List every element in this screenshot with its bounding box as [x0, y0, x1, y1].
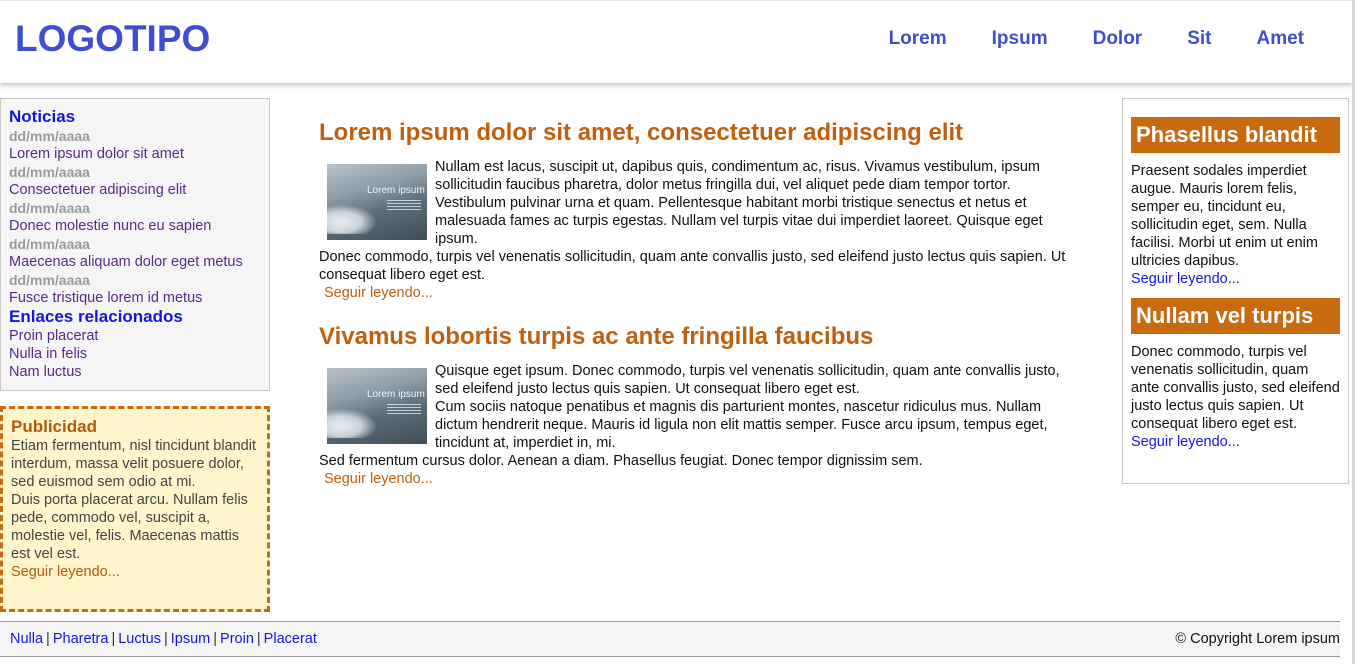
article-body: Lorem ipsum Nullam est lacus, suscipit u… — [319, 158, 1074, 302]
thumbnail-text: Lorem ipsum — [367, 185, 425, 196]
copyright-text: © Copyright Lorem ipsum — [1175, 631, 1340, 647]
article-read-more-link[interactable]: Seguir leyendo... — [324, 284, 433, 302]
article-title: Lorem ipsum dolor sit amet, consectetuer… — [319, 119, 964, 146]
footer-link-placerat[interactable]: Placerat — [264, 631, 317, 647]
advertising-box: Publicidad Etiam fermentum, nisl tincidu… — [0, 406, 270, 612]
related-link[interactable]: Proin placerat — [9, 328, 98, 344]
related-link[interactable]: Nam luctus — [9, 364, 82, 380]
article: Lorem ipsum dolor sit amet, consectetuer… — [319, 118, 1074, 302]
news-date: dd/mm/aaaa — [9, 200, 90, 216]
footer-separator: | — [46, 631, 50, 647]
news-date: dd/mm/aaaa — [9, 236, 90, 252]
news-date: dd/mm/aaaa — [9, 164, 90, 180]
thumbnail-lines-graphic — [387, 200, 421, 212]
article-body: Lorem ipsum Quisque eget ipsum. Donec co… — [319, 362, 1074, 488]
article-paragraph: Quisque eget ipsum. Donec commodo, turpi… — [435, 363, 1060, 397]
ad-heading-link[interactable]: Publicidad — [11, 417, 97, 436]
thumbnail-wave-graphic — [327, 204, 377, 234]
article-paragraph: Nullam est lacus, suscipit ut, dapibus q… — [435, 159, 1040, 193]
right-section-text: Praesent sodales imperdiet augue. Mauris… — [1131, 163, 1318, 269]
thumbnail-wave-graphic — [327, 408, 377, 438]
news-item-link[interactable]: Consectetuer adipiscing elit — [9, 182, 186, 198]
article-paragraph: Sed fermentum cursus dolor. Aenean a dia… — [319, 453, 923, 469]
footer-separator: | — [163, 631, 168, 647]
ad-text: Duis porta placerat arcu. Nullam felis p… — [11, 492, 248, 562]
right-sidebar: Phasellus blandit Praesent sodales imper… — [1122, 98, 1349, 484]
footer-link-ipsum[interactable]: Ipsum — [171, 631, 211, 647]
right-section-title: Nullam vel turpis — [1131, 298, 1340, 334]
ad-text: Etiam fermentum, nisl tincidunt blandit … — [11, 438, 256, 490]
news-date: dd/mm/aaaa — [9, 128, 90, 144]
related-links-heading[interactable]: Enlaces relacionados — [9, 307, 183, 326]
article-thumbnail: Lorem ipsum — [327, 164, 427, 240]
right-read-more-link[interactable]: Seguir leyendo... — [1131, 434, 1240, 450]
site-footer: Nulla | Pharetra | Luctus | Ipsum | Proin | Placer… — [0, 621, 1340, 657]
nav-link-dolor[interactable]: Dolor — [1093, 28, 1143, 50]
ad-read-more-link[interactable]: Seguir leyendo... — [11, 564, 120, 580]
article-title: Vivamus lobortis turpis ac ante fringill… — [319, 323, 874, 350]
footer-link-pharetra[interactable]: Pharetra — [53, 631, 109, 647]
footer-link-proin[interactable]: Proin — [220, 631, 254, 647]
footer-links: Nulla | Pharetra | Luctus | Ipsum | Proin | Placer… — [10, 631, 317, 647]
article-paragraph: Cum sociis natoque penatibus et magnis d… — [435, 399, 1048, 451]
thumbnail-lines-graphic — [387, 404, 421, 416]
nav-link-amet[interactable]: Amet — [1256, 28, 1304, 50]
article-read-more-link[interactable]: Seguir leyendo... — [324, 470, 433, 488]
news-heading-link[interactable]: Noticias — [9, 107, 75, 126]
article-paragraph: Donec commodo, turpis vel venenatis soll… — [319, 249, 1066, 283]
main-content: Lorem ipsum dolor sit amet, consectetuer… — [319, 118, 1074, 488]
right-read-more-link[interactable]: Seguir leyendo... — [1131, 271, 1240, 287]
site-header: LOGOTIPO Lorem Ipsum Dolor Sit Amet — [0, 0, 1352, 83]
main-nav: Lorem Ipsum Dolor Sit Amet — [889, 28, 1304, 50]
footer-separator: | — [256, 631, 261, 647]
article-thumbnail: Lorem ipsum — [327, 368, 427, 444]
nav-link-lorem[interactable]: Lorem — [889, 28, 947, 50]
article-paragraph: Vestibulum pulvinar urna et quam. Pellen… — [435, 195, 1043, 247]
news-date: dd/mm/aaaa — [9, 272, 90, 288]
news-item-link[interactable]: Maecenas aliquam dolor eget metus — [9, 254, 243, 270]
news-item-link[interactable]: Lorem ipsum dolor sit amet — [9, 146, 184, 162]
footer-link-luctus[interactable]: Luctus — [118, 631, 161, 647]
related-link[interactable]: Nulla in felis — [9, 346, 87, 362]
news-sidebar: Noticias dd/mm/aaaa Lorem ipsum dolor si… — [0, 98, 270, 391]
footer-separator: | — [111, 631, 116, 647]
logo[interactable]: LOGOTIPO — [15, 19, 210, 59]
nav-link-sit[interactable]: Sit — [1187, 28, 1211, 50]
right-section-title: Phasellus blandit — [1131, 117, 1340, 153]
thumbnail-text: Lorem ipsum — [367, 389, 425, 400]
footer-separator: | — [213, 631, 218, 647]
nav-link-ipsum[interactable]: Ipsum — [992, 28, 1048, 50]
news-item-link[interactable]: Fusce tristique lorem id metus — [9, 290, 202, 306]
news-item-link[interactable]: Donec molestie nunc eu sapien — [9, 218, 211, 234]
footer-link-nulla[interactable]: Nulla — [10, 631, 43, 647]
article: Vivamus lobortis turpis ac ante fringill… — [319, 322, 1074, 488]
right-section-text: Donec commodo, turpis vel venenatis soll… — [1131, 344, 1340, 432]
